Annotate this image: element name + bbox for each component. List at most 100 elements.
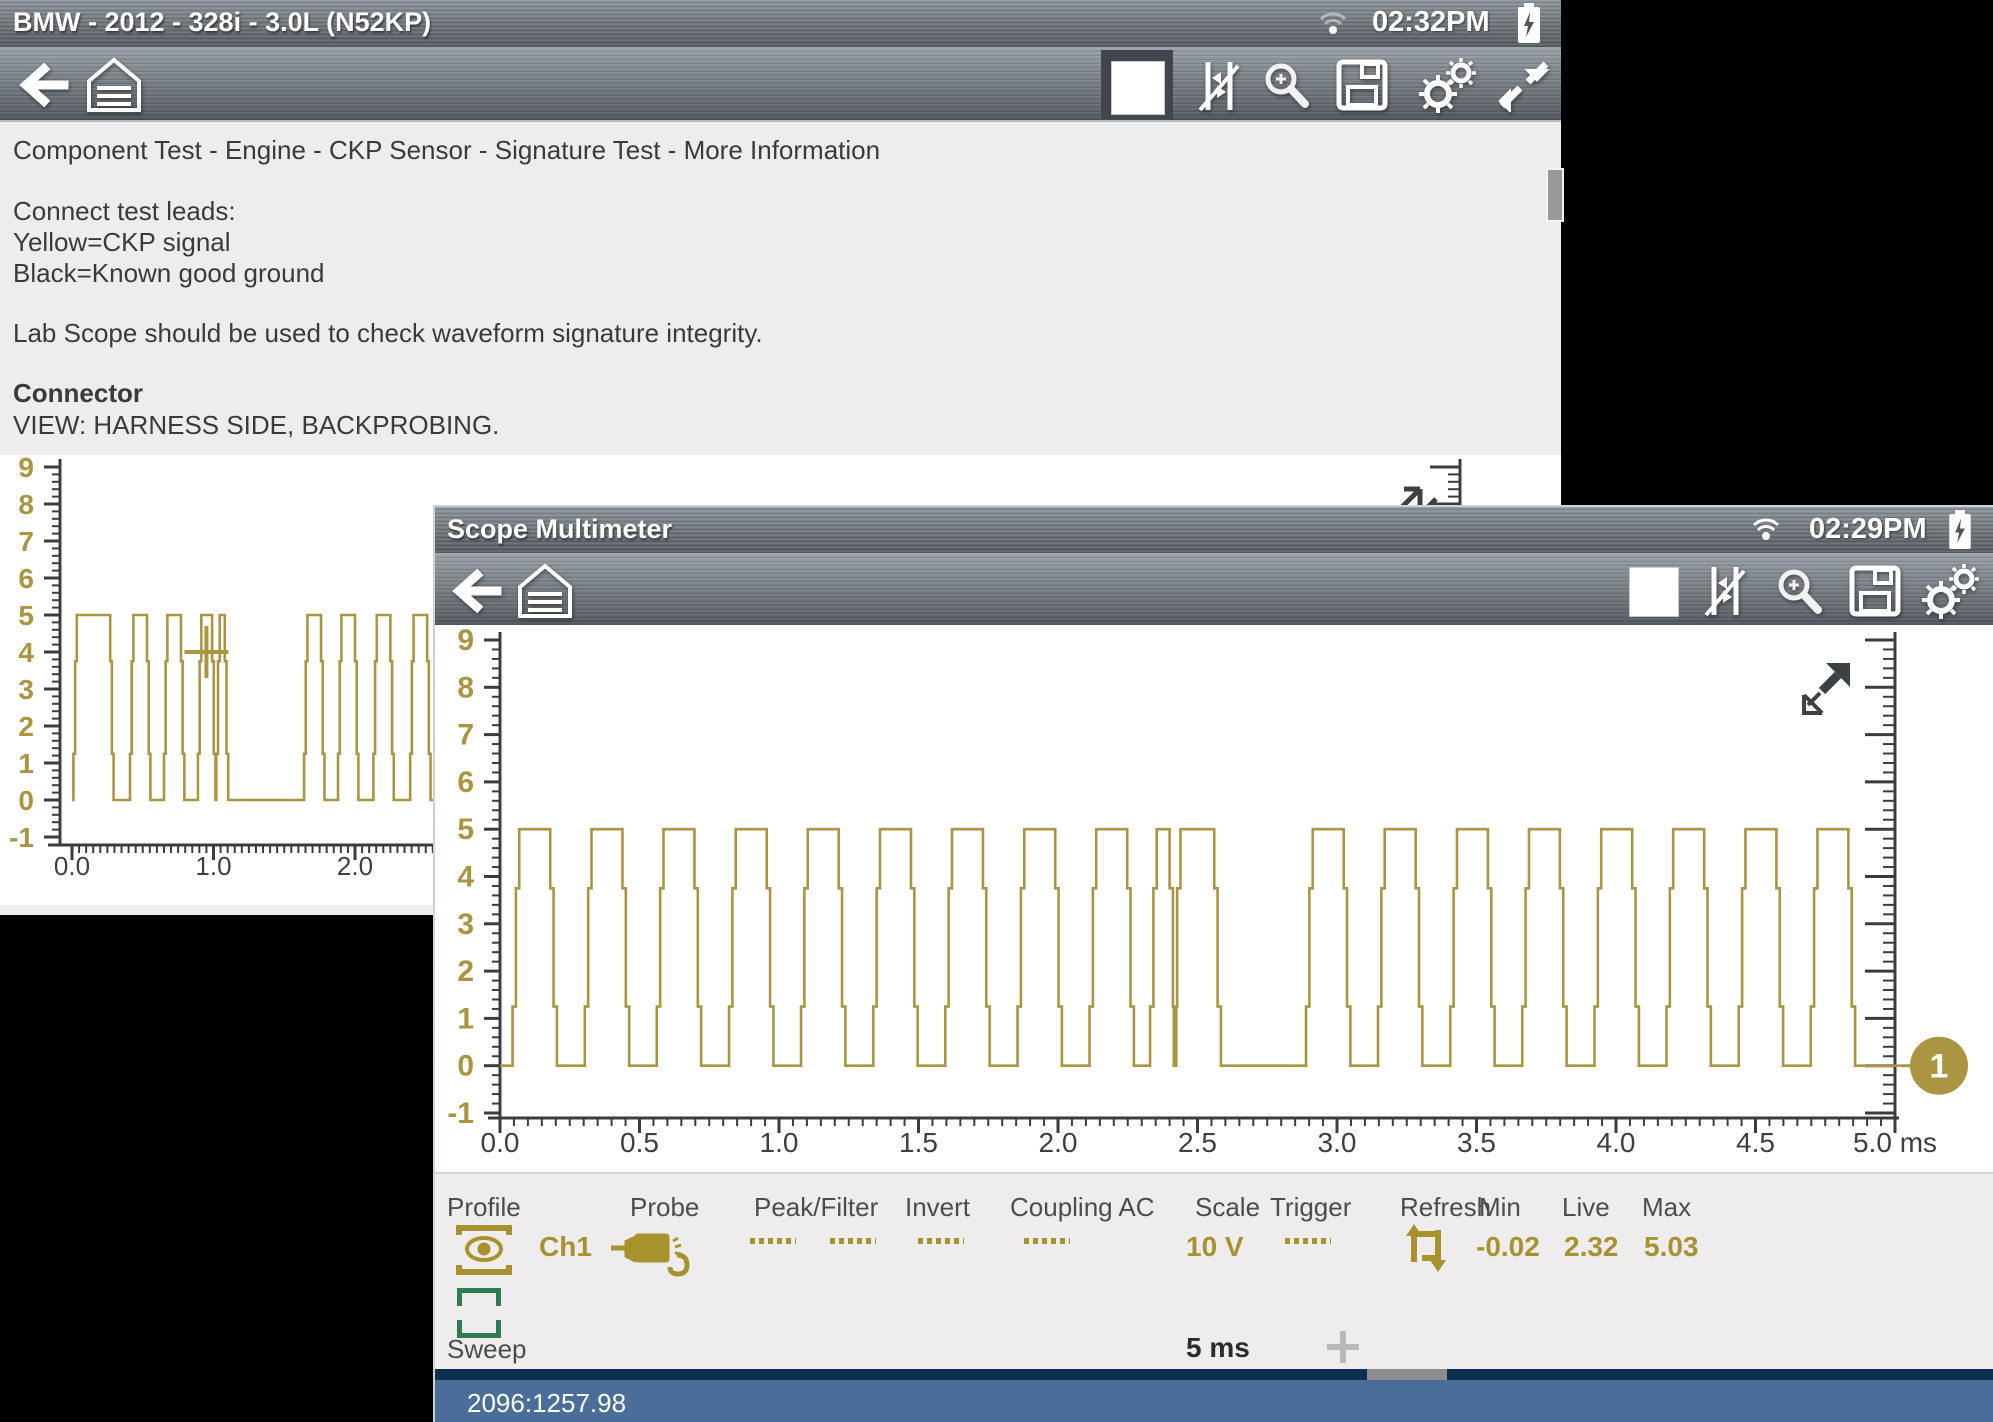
svg-text:9: 9 bbox=[18, 455, 34, 483]
header-probe: Probe bbox=[630, 1192, 699, 1223]
header-coupling-ac: Coupling AC bbox=[1010, 1192, 1155, 1223]
settings-button[interactable] bbox=[1919, 562, 1981, 622]
scale-value[interactable]: 10 V bbox=[1186, 1231, 1244, 1263]
sweep-label: Sweep bbox=[447, 1334, 527, 1365]
status-bar-text: 2096:1257.98 bbox=[467, 1388, 626, 1419]
header-live: Live bbox=[1562, 1192, 1610, 1223]
wifi-icon bbox=[1318, 9, 1348, 35]
svg-text:1: 1 bbox=[457, 1002, 474, 1035]
svg-text:2: 2 bbox=[18, 711, 34, 742]
horizontal-scroll-thumb[interactable] bbox=[1367, 1369, 1447, 1380]
svg-text:4: 4 bbox=[18, 637, 34, 668]
fg-toolbar bbox=[435, 553, 1993, 626]
svg-text:4.0: 4.0 bbox=[1597, 1127, 1636, 1158]
svg-text:8: 8 bbox=[18, 489, 34, 520]
coupling-setting-dashes[interactable] bbox=[1024, 1238, 1070, 1244]
record-stop-button[interactable] bbox=[1101, 50, 1173, 119]
bg-title-bar: BMW - 2012 - 328i - 3.0L (N52KP) 02:32PM bbox=[0, 0, 1561, 47]
header-invert: Invert bbox=[905, 1192, 970, 1223]
svg-text:7: 7 bbox=[18, 526, 34, 557]
max-value: 5.03 bbox=[1644, 1231, 1699, 1263]
svg-text:6: 6 bbox=[457, 766, 474, 799]
invert-setting-dashes[interactable] bbox=[918, 1238, 964, 1244]
scope-multimeter-window: Scope Multimeter 02:29PM bbox=[433, 505, 1993, 1422]
channel-label[interactable]: Ch1 bbox=[539, 1231, 592, 1263]
svg-text:1.5: 1.5 bbox=[899, 1127, 938, 1158]
save-button[interactable] bbox=[1336, 59, 1388, 111]
fg-chart-area: -1 0 1 2 3 4 5 6 7 8 9 0.0 0.5 1.0 1.5 2.0 2.5 3.0 3.5 4.0 4… bbox=[435, 625, 1993, 1172]
svg-text:3: 3 bbox=[457, 908, 474, 941]
svg-text:0: 0 bbox=[18, 785, 34, 816]
battery-icon bbox=[1516, 3, 1542, 44]
svg-text:3.0: 3.0 bbox=[1318, 1127, 1357, 1158]
svg-text:0.5: 0.5 bbox=[620, 1127, 659, 1158]
instruction-line: Yellow=CKP signal bbox=[13, 227, 231, 258]
fg-window-title: Scope Multimeter bbox=[447, 514, 672, 545]
instruction-line: Connect test leads: bbox=[13, 196, 236, 227]
header-refresh: Refresh bbox=[1400, 1192, 1491, 1223]
scrollbar-thumb[interactable] bbox=[1546, 168, 1564, 222]
stop-square-icon bbox=[1111, 61, 1165, 115]
home-button[interactable] bbox=[515, 562, 575, 620]
header-min: Min bbox=[1479, 1192, 1521, 1223]
probe-icon[interactable] bbox=[607, 1221, 711, 1279]
peak-setting-dashes[interactable] bbox=[750, 1238, 796, 1244]
save-button[interactable] bbox=[1849, 565, 1901, 617]
svg-text:2.0: 2.0 bbox=[337, 851, 373, 881]
horizontal-scroll-track[interactable] bbox=[435, 1369, 1993, 1380]
min-value: -0.02 bbox=[1476, 1231, 1540, 1263]
cursors-button[interactable] bbox=[1702, 565, 1748, 617]
svg-text:4: 4 bbox=[457, 861, 474, 894]
svg-text:5.0 ms: 5.0 ms bbox=[1853, 1127, 1937, 1158]
header-peak-filter: Peak/Filter bbox=[754, 1192, 878, 1223]
svg-text:1.0: 1.0 bbox=[760, 1127, 799, 1158]
zoom-button[interactable] bbox=[1775, 566, 1823, 616]
connector-view-line: VIEW: HARNESS SIDE, BACKPROBING. bbox=[13, 410, 499, 441]
svg-text:6: 6 bbox=[18, 563, 34, 594]
channel-profile-eye-icon[interactable] bbox=[455, 1221, 513, 1279]
home-button[interactable] bbox=[84, 56, 144, 114]
connector-heading: Connector bbox=[13, 378, 143, 409]
back-button[interactable] bbox=[447, 565, 503, 617]
svg-text:1: 1 bbox=[18, 748, 34, 779]
sweep-value[interactable]: 5 ms bbox=[1186, 1332, 1250, 1364]
zoom-button[interactable] bbox=[1262, 60, 1310, 110]
svg-text:5: 5 bbox=[457, 813, 474, 846]
filter-setting-dashes[interactable] bbox=[830, 1238, 876, 1244]
svg-text:2.0: 2.0 bbox=[1039, 1127, 1078, 1158]
svg-text:2: 2 bbox=[457, 955, 474, 988]
fg-clock: 02:29PM bbox=[1809, 513, 1927, 546]
settings-button[interactable] bbox=[1416, 56, 1478, 116]
svg-text:8: 8 bbox=[457, 671, 474, 704]
svg-text:3.5: 3.5 bbox=[1457, 1127, 1496, 1158]
svg-text:0: 0 bbox=[457, 1050, 474, 1083]
svg-text:0.0: 0.0 bbox=[481, 1127, 520, 1158]
fg-title-bar: Scope Multimeter 02:29PM bbox=[435, 507, 1993, 553]
bg-clock: 02:32PM bbox=[1372, 6, 1490, 39]
scope-ch1-chart: -1 0 1 2 3 4 5 6 7 8 9 0.0 0.5 1.0 1.5 2.0 2.5 3.0 3.5 4.0 4… bbox=[435, 625, 1993, 1172]
header-max: Max bbox=[1642, 1192, 1691, 1223]
svg-text:5: 5 bbox=[18, 600, 34, 631]
svg-text:2.5: 2.5 bbox=[1178, 1127, 1217, 1158]
desktop: BMW - 2012 - 328i - 3.0L (N52KP) 02:32PM bbox=[0, 0, 1993, 1422]
cursor-crosshair bbox=[184, 626, 228, 678]
header-profile: Profile bbox=[447, 1192, 521, 1223]
svg-text:1.0: 1.0 bbox=[195, 851, 231, 881]
expand-chart-icon[interactable] bbox=[1798, 651, 1854, 723]
collapse-button[interactable] bbox=[1498, 58, 1550, 112]
channel2-profile-bracket-top[interactable] bbox=[457, 1288, 501, 1306]
record-stop-button[interactable] bbox=[1629, 567, 1679, 617]
breadcrumb: Component Test - Engine - CKP Sensor - S… bbox=[13, 135, 880, 166]
svg-text:0.0: 0.0 bbox=[54, 851, 90, 881]
trigger-setting-dashes[interactable] bbox=[1285, 1238, 1331, 1244]
cursors-button[interactable] bbox=[1196, 60, 1242, 112]
svg-text:4.5: 4.5 bbox=[1736, 1127, 1775, 1158]
svg-text:-1: -1 bbox=[447, 1097, 474, 1130]
live-value: 2.32 bbox=[1564, 1231, 1619, 1263]
svg-text:7: 7 bbox=[457, 719, 474, 752]
back-button[interactable] bbox=[14, 59, 70, 111]
svg-text:-1: -1 bbox=[9, 822, 34, 853]
refresh-icon[interactable] bbox=[1404, 1222, 1450, 1274]
sweep-plus-icon[interactable] bbox=[1324, 1328, 1362, 1366]
svg-text:9: 9 bbox=[457, 625, 474, 657]
